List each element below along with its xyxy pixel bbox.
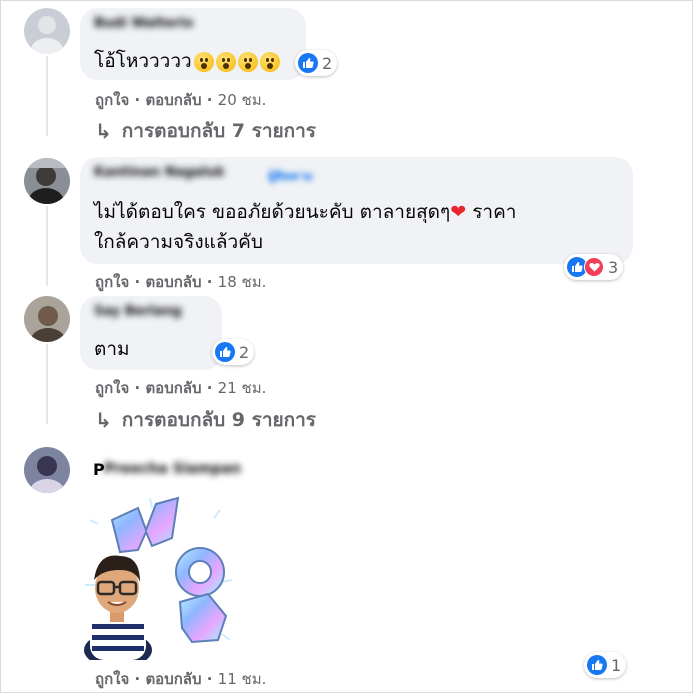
- comment-text: โอ้โหววววว: [94, 46, 280, 76]
- separator-dot: ·: [134, 379, 146, 397]
- comment-time[interactable]: 21 ชม.: [218, 379, 267, 397]
- comment-author-initial[interactable]: P: [93, 460, 105, 479]
- view-replies-link[interactable]: ↳ การตอบกลับ 9 รายการ: [95, 405, 316, 435]
- reply-action[interactable]: ตอบกลับ: [145, 670, 201, 688]
- reaction-count: 3: [608, 257, 619, 277]
- comment-actions: ถูกใจ · ตอบกลับ · 20 ชม.: [95, 88, 266, 112]
- comment-text: ตาม: [94, 338, 130, 360]
- reaction-summary[interactable]: 2: [295, 50, 338, 76]
- separator-dot: ·: [206, 379, 218, 397]
- comment-actions: ถูกใจ · ตอบกลับ · 21 ชม.: [95, 376, 266, 400]
- comment-text: ใกล้ความจริงแล้วคับ: [94, 231, 263, 253]
- separator-dot: ·: [206, 273, 218, 291]
- like-action[interactable]: ถูกใจ: [95, 670, 129, 688]
- like-action[interactable]: ถูกใจ: [95, 379, 129, 397]
- reaction-summary[interactable]: 1: [584, 652, 627, 678]
- comment-bubble: Budi Walterio โอ้โหววววว: [80, 8, 306, 80]
- comment-text-line1-end: ราคา: [466, 201, 517, 223]
- replies-count-label: การตอบกลับ 9 รายการ: [121, 409, 316, 431]
- thread-line: [46, 206, 48, 286]
- like-icon: [587, 655, 607, 675]
- reply-arrow-icon: ↳: [95, 408, 112, 432]
- reply-action[interactable]: ตอบกลับ: [145, 91, 201, 109]
- thread-line: [46, 344, 48, 424]
- reaction-count: 1: [611, 655, 622, 675]
- reaction-summary[interactable]: 3: [564, 254, 624, 280]
- separator-dot: ·: [134, 670, 146, 688]
- wow-emoji-icon: [237, 51, 258, 72]
- like-action[interactable]: ถูกใจ: [95, 273, 129, 291]
- separator-dot: ·: [206, 91, 218, 109]
- comment-bubble: Kantinan Nagaluk ผู้ติดตาม ไม่ได้ตอบใคร …: [80, 157, 633, 264]
- heart-icon: ❤: [450, 201, 467, 223]
- comment-author[interactable]: Say Berlang: [94, 304, 182, 319]
- wow-emoji-icon: [193, 51, 214, 72]
- reaction-summary[interactable]: 2: [212, 339, 255, 365]
- reaction-count: 2: [322, 53, 333, 73]
- comment-actions: ถูกใจ · ตอบกลับ · 18 ชม.: [95, 270, 266, 294]
- replies-count-label: การตอบกลับ 7 รายการ: [121, 120, 316, 142]
- like-action[interactable]: ถูกใจ: [95, 91, 129, 109]
- reply-arrow-icon: ↳: [95, 119, 112, 143]
- comment-text: ไม่ได้ตอบใคร ขออภัยด้วยนะคับ ตาลายสุดๆ❤ …: [94, 197, 516, 227]
- comment-text-body: โอ้โหววววว: [94, 50, 192, 72]
- avatar[interactable]: [24, 296, 70, 342]
- comment-author[interactable]: Preecha Siampan: [104, 461, 241, 477]
- separator-dot: ·: [206, 670, 218, 688]
- wow-sticker[interactable]: [80, 490, 240, 668]
- separator-dot: ·: [134, 273, 146, 291]
- view-replies-link[interactable]: ↳ การตอบกลับ 7 รายการ: [95, 116, 316, 146]
- comment-time[interactable]: 11 ชม.: [218, 670, 267, 688]
- comment-actions: ถูกใจ · ตอบกลับ · 11 ชม.: [95, 667, 266, 691]
- comment-text-line1: ไม่ได้ตอบใคร ขออภัยด้วยนะคับ ตาลายสุดๆ: [94, 201, 451, 223]
- avatar[interactable]: [24, 158, 70, 204]
- author-badge: ผู้ติดตาม: [268, 169, 314, 183]
- thread-line: [46, 56, 48, 136]
- wow-emoji-icon: [215, 51, 236, 72]
- comment-time[interactable]: 20 ชม.: [218, 91, 267, 109]
- comment-time[interactable]: 18 ชม.: [218, 273, 267, 291]
- separator-dot: ·: [134, 91, 146, 109]
- avatar[interactable]: [24, 8, 70, 54]
- wow-emoji-group: [193, 51, 280, 72]
- reaction-count: 2: [239, 342, 250, 362]
- avatar[interactable]: [24, 447, 70, 493]
- wow-emoji-icon: [259, 51, 280, 72]
- comment-author[interactable]: Budi Walterio: [94, 16, 193, 31]
- reply-action[interactable]: ตอบกลับ: [145, 379, 201, 397]
- reply-action[interactable]: ตอบกลับ: [145, 273, 201, 291]
- comment-bubble: Say Berlang ตาม: [80, 296, 222, 370]
- like-icon: [298, 53, 318, 73]
- comment-author[interactable]: Kantinan Nagaluk: [94, 165, 225, 180]
- love-icon: [584, 257, 604, 277]
- like-icon: [215, 342, 235, 362]
